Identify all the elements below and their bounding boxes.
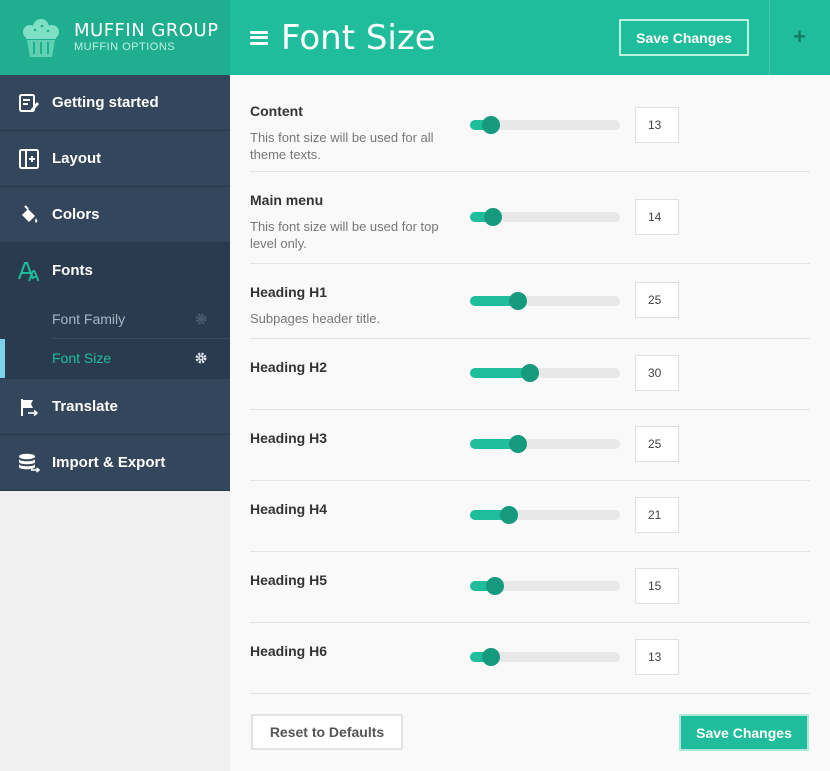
- setting-label: Heading H3: [250, 430, 328, 446]
- slider-handle[interactable]: [509, 435, 527, 453]
- sidebar-item-label: Layout: [52, 150, 102, 167]
- slider-handle[interactable]: [482, 116, 500, 134]
- setting-description: This font size will be used for top leve…: [250, 219, 439, 251]
- subnav-item-font-size[interactable]: Font Size: [0, 338, 230, 378]
- edit-icon: [18, 92, 40, 114]
- fonts-subnav: Font Family Font Size: [0, 299, 230, 379]
- setting-description: This font size will be used for all them…: [250, 130, 434, 162]
- page-title: Font Size: [281, 17, 436, 58]
- paint-bucket-icon: [18, 204, 40, 226]
- brand: MUFFIN GROUP MUFFIN OPTIONS: [0, 0, 230, 75]
- page-header: Font Size Save Changes +: [230, 0, 830, 75]
- brand-name: MUFFIN GROUP: [74, 20, 219, 41]
- font-size-slider[interactable]: [470, 648, 620, 666]
- save-changes-button-top[interactable]: Save Changes: [619, 19, 749, 56]
- sidebar: MUFFIN GROUP MUFFIN OPTIONS Getting star…: [0, 0, 230, 771]
- setting-description: Subpages header title.: [250, 311, 381, 326]
- font-size-slider[interactable]: [470, 435, 620, 453]
- settings-panel: Content This font size will be used for a…: [230, 75, 830, 771]
- font-size-slider[interactable]: [470, 364, 620, 382]
- slider-handle[interactable]: [500, 506, 518, 524]
- font-size-slider[interactable]: [470, 208, 620, 226]
- slider-handle[interactable]: [509, 292, 527, 310]
- setting-label: Heading H6: [250, 643, 328, 659]
- setting-label: Heading H5: [250, 572, 328, 588]
- setting-label: Heading H1: [250, 284, 328, 300]
- font-size-input[interactable]: 21: [635, 497, 679, 533]
- fonts-icon: [18, 260, 40, 282]
- sidebar-item-import-export[interactable]: Import & Export: [0, 435, 230, 491]
- font-size-input[interactable]: 13: [635, 639, 679, 675]
- brand-subtitle: MUFFIN OPTIONS: [74, 41, 176, 53]
- layout-icon: [18, 148, 40, 170]
- save-changes-button-bottom[interactable]: Save Changes: [679, 714, 809, 751]
- font-size-input[interactable]: 25: [635, 282, 679, 318]
- subnav-item-label: Font Size: [52, 350, 112, 366]
- reset-to-defaults-button[interactable]: Reset to Defaults: [251, 714, 403, 750]
- subnav-item-font-family[interactable]: Font Family: [0, 299, 230, 338]
- gear-icon: [194, 312, 208, 326]
- sidebar-item-fonts[interactable]: Fonts: [0, 243, 230, 299]
- flag-icon: [18, 396, 40, 418]
- slider-handle[interactable]: [521, 364, 539, 382]
- hamburger-menu-icon[interactable]: [250, 30, 268, 45]
- sidebar-item-getting-started[interactable]: Getting started: [0, 75, 230, 131]
- header-divider: [769, 0, 770, 75]
- sidebar-item-label: Import & Export: [52, 454, 166, 471]
- muffin-logo-icon: [23, 18, 59, 57]
- font-size-slider[interactable]: [470, 506, 620, 524]
- setting-label: Heading H4: [250, 501, 328, 517]
- slider-handle[interactable]: [482, 648, 500, 666]
- sidebar-item-layout[interactable]: Layout: [0, 131, 230, 187]
- sidebar-item-label: Fonts: [52, 262, 93, 279]
- setting-label: Content: [250, 103, 303, 119]
- sidebar-item-label: Colors: [52, 206, 100, 223]
- font-size-input[interactable]: 25: [635, 426, 679, 462]
- plus-icon[interactable]: +: [791, 26, 808, 48]
- sidebar-item-label: Getting started: [52, 94, 159, 111]
- font-size-slider[interactable]: [470, 292, 620, 310]
- sidebar-item-label: Translate: [52, 398, 118, 415]
- font-size-slider[interactable]: [470, 116, 620, 134]
- font-size-input[interactable]: 30: [635, 355, 679, 391]
- setting-label: Main menu: [250, 192, 324, 208]
- font-size-input[interactable]: 13: [635, 107, 679, 143]
- font-size-slider[interactable]: [470, 577, 620, 595]
- sidebar-nav: Getting started Layout Colors Fonts Font…: [0, 75, 230, 491]
- setting-label: Heading H2: [250, 359, 328, 375]
- database-icon: [18, 452, 40, 474]
- subnav-item-label: Font Family: [52, 310, 126, 327]
- font-size-input[interactable]: 15: [635, 568, 679, 604]
- slider-handle[interactable]: [485, 577, 504, 595]
- sidebar-item-colors[interactable]: Colors: [0, 187, 230, 243]
- sidebar-item-translate[interactable]: Translate: [0, 379, 230, 435]
- font-size-input[interactable]: 14: [635, 199, 679, 235]
- gear-icon: [194, 351, 208, 365]
